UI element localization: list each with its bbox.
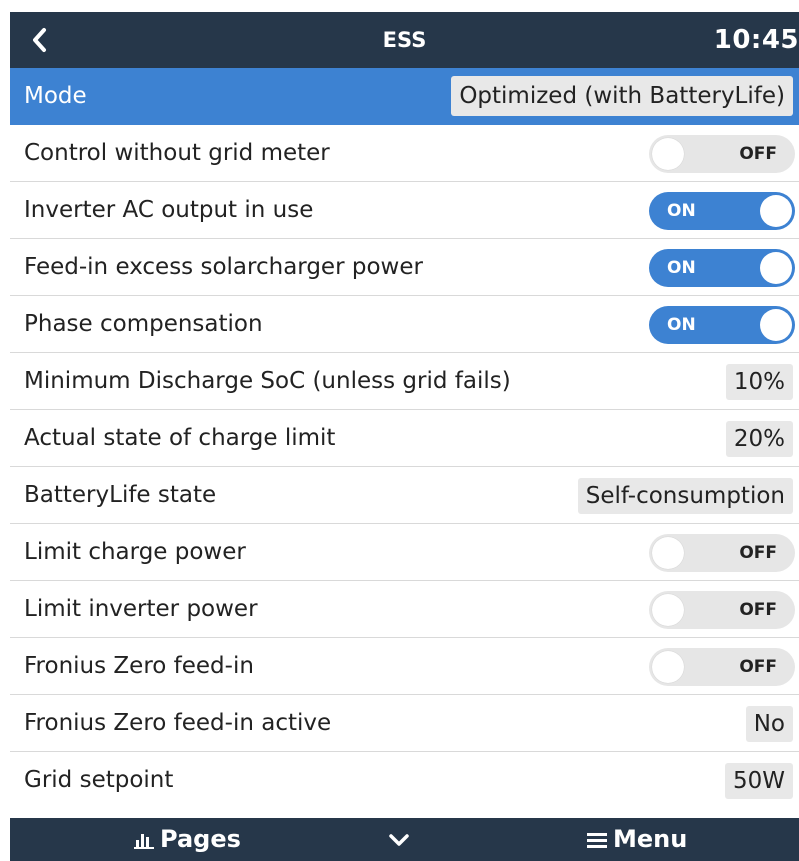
toggle-knob [652, 138, 684, 170]
row-limit-charge-power[interactable]: Limit charge power OFF [10, 524, 799, 581]
row-label: Control without grid meter [24, 140, 330, 166]
row-label: Phase compensation [24, 311, 263, 337]
toggle-state: ON [667, 315, 696, 335]
row-grid-setpoint[interactable]: Grid setpoint 50W [10, 752, 799, 809]
row-fronius-zero-feed-in-active[interactable]: Fronius Zero feed-in active No [10, 695, 799, 752]
toggle-switch[interactable]: OFF [649, 648, 795, 686]
row-label: Mode [24, 83, 87, 109]
row-label: Fronius Zero feed-in [24, 653, 254, 679]
toggle-state: OFF [739, 543, 777, 563]
row-inverter-ac-output[interactable]: Inverter AC output in use ON [10, 182, 799, 239]
row-label: Minimum Discharge SoC (unless grid fails… [24, 368, 511, 394]
row-control-without-grid-meter[interactable]: Control without grid meter OFF [10, 125, 799, 182]
row-label: Feed-in excess solarcharger power [24, 254, 423, 280]
toggle-knob [760, 309, 792, 341]
row-fronius-zero-feed-in[interactable]: Fronius Zero feed-in OFF [10, 638, 799, 695]
row-label: BatteryLife state [24, 482, 217, 508]
row-batterylife-state[interactable]: BatteryLife state Self-consumption [10, 467, 799, 524]
toggle-knob [652, 594, 684, 626]
row-phase-compensation[interactable]: Phase compensation ON [10, 296, 799, 353]
toggle-state: OFF [739, 657, 777, 677]
toggle-state: OFF [739, 144, 777, 164]
clock: 10:45 [713, 25, 799, 55]
toggle-state: ON [667, 258, 696, 278]
top-bar: ESS 10:45 [10, 12, 799, 68]
toggle-knob [652, 651, 684, 683]
row-label: Limit charge power [24, 539, 246, 565]
toggle-switch[interactable]: OFF [649, 591, 795, 629]
bottom-bar: Pages Menu [10, 818, 799, 861]
toggle-switch[interactable]: ON [649, 192, 795, 230]
min-soc-value[interactable]: 10% [725, 364, 793, 400]
toggle-switch[interactable]: ON [649, 306, 795, 344]
row-minimum-discharge-soc[interactable]: Minimum Discharge SoC (unless grid fails… [10, 353, 799, 410]
row-label: Inverter AC output in use [24, 197, 314, 223]
scroll-down-button[interactable] [388, 818, 416, 861]
row-label: Actual state of charge limit [24, 425, 336, 451]
ess-screen: ESS 10:45 Mode Optimized (with BatteryLi… [10, 12, 799, 861]
toggle-knob [760, 195, 792, 227]
page-title: ESS [382, 28, 427, 52]
toggle-knob [760, 252, 792, 284]
settings-list: Mode Optimized (with BatteryLife) Contro… [10, 68, 799, 809]
pages-button[interactable]: Pages [134, 818, 241, 861]
toggle-knob [652, 537, 684, 569]
menu-label: Menu [613, 825, 688, 853]
soc-limit-value: 20% [725, 421, 793, 457]
toggle-switch[interactable]: OFF [649, 135, 795, 173]
row-label: Grid setpoint [24, 767, 174, 793]
toggle-state: ON [667, 201, 696, 221]
toggle-switch[interactable]: OFF [649, 534, 795, 572]
toggle-state: OFF [739, 600, 777, 620]
toggle-switch[interactable]: ON [649, 249, 795, 287]
batterylife-state-value: Self-consumption [577, 478, 793, 514]
row-feed-in-excess[interactable]: Feed-in excess solarcharger power ON [10, 239, 799, 296]
row-limit-inverter-power[interactable]: Limit inverter power OFF [10, 581, 799, 638]
fronius-active-value: No [745, 706, 793, 742]
bar-chart-icon [134, 833, 154, 849]
chevron-down-icon [389, 833, 409, 846]
pages-label: Pages [160, 825, 241, 853]
menu-button[interactable]: Menu [587, 818, 687, 861]
row-actual-soc-limit[interactable]: Actual state of charge limit 20% [10, 410, 799, 467]
row-label: Fronius Zero feed-in active [24, 710, 332, 736]
row-mode[interactable]: Mode Optimized (with BatteryLife) [10, 68, 799, 125]
row-label: Limit inverter power [24, 596, 258, 622]
grid-setpoint-value[interactable]: 50W [724, 763, 793, 799]
mode-value[interactable]: Optimized (with BatteryLife) [451, 76, 793, 116]
hamburger-icon [587, 832, 607, 848]
